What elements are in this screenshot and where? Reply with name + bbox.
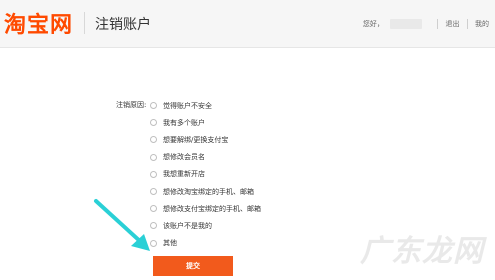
annotation-arrow-icon <box>94 199 150 251</box>
reason-option[interactable]: 想要解绑/更换支付宝 <box>150 131 261 148</box>
top-user-links: 您好， 退出 我的 <box>363 19 489 29</box>
reason-option[interactable]: 想修改淘宝绑定的手机、邮箱 <box>150 183 261 200</box>
option-label: 该账户不是我的 <box>163 221 212 230</box>
reason-option[interactable]: 想修改支付宝绑定的手机、邮箱 <box>150 200 261 217</box>
option-label: 觉得账户不安全 <box>163 101 212 110</box>
link-separator <box>466 19 468 29</box>
option-label: 想修改会员名 <box>163 153 205 162</box>
reason-options: 觉得账户不安全 我有多个账户 想要解绑/更换支付宝 想修改会员名 我想重新开店 … <box>150 97 261 252</box>
logout-link[interactable]: 退出 <box>446 19 460 29</box>
reason-option[interactable]: 我想重新开店 <box>150 166 261 183</box>
reason-option[interactable]: 想修改会员名 <box>150 149 261 166</box>
option-label: 想要解绑/更换支付宝 <box>163 135 229 144</box>
radio-button[interactable] <box>150 119 157 127</box>
top-header: 淘宝网 注销账户 您好， 退出 我的 <box>0 0 495 48</box>
submit-button[interactable]: 提交 <box>153 256 233 276</box>
radio-button[interactable] <box>150 102 157 110</box>
reason-option[interactable]: 我有多个账户 <box>150 114 261 131</box>
option-label: 想修改支付宝绑定的手机、邮箱 <box>163 204 261 213</box>
option-label: 其他 <box>163 239 177 248</box>
radio-button[interactable] <box>150 136 157 144</box>
reason-label: 注销原因: <box>116 101 147 109</box>
radio-button[interactable] <box>150 153 157 161</box>
option-label: 想修改淘宝绑定的手机、邮箱 <box>163 187 254 196</box>
radio-button[interactable] <box>150 170 157 178</box>
reason-option[interactable]: 觉得账户不安全 <box>150 97 261 114</box>
radio-button[interactable] <box>150 188 157 196</box>
option-label: 我有多个账户 <box>163 118 205 127</box>
greeting-text: 您好， <box>362 20 384 28</box>
my-taobao-link[interactable]: 我的 <box>475 19 489 29</box>
option-label: 我想重新开店 <box>163 170 205 179</box>
reason-option[interactable]: 该账户不是我的 <box>150 217 261 234</box>
taobao-logo[interactable]: 淘宝网 <box>4 7 73 39</box>
header-divider <box>84 12 85 34</box>
username-masked <box>390 19 423 29</box>
page-title: 注销账户 <box>95 17 151 33</box>
reason-option[interactable]: 其他 <box>150 235 261 252</box>
link-separator <box>437 19 439 29</box>
watermark: 广东龙网 <box>360 234 484 269</box>
